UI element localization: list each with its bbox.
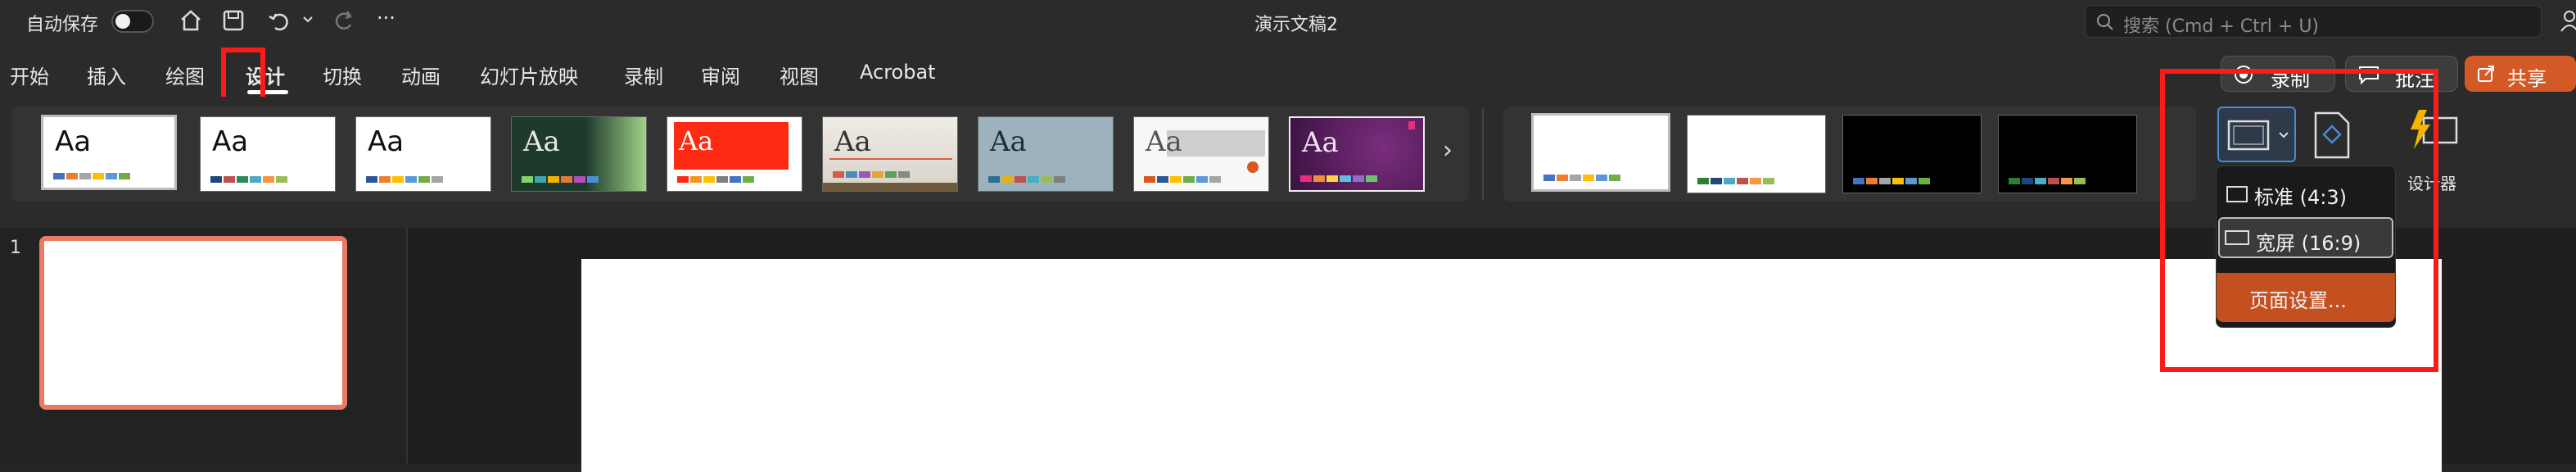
theme-office[interactable]: Aa [41,115,177,190]
themes-more-button[interactable]: › [1443,136,1453,165]
theme-6[interactable]: Aa [822,116,958,192]
tab-record[interactable]: 录制 [624,61,663,89]
home-icon[interactable] [179,8,203,33]
theme-2[interactable]: Aa [200,116,336,192]
save-icon[interactable] [221,8,246,33]
share-icon [2478,66,2494,82]
autosave-toggle[interactable] [111,10,154,33]
variant-3[interactable] [1842,115,1982,193]
theme-5[interactable]: Aa [667,116,802,192]
redo-icon[interactable] [331,8,355,33]
theme-3[interactable]: Aa [355,116,491,192]
chevron-down-icon[interactable] [301,13,314,26]
tab-transitions[interactable]: 切换 [323,61,362,89]
theme-8[interactable]: Aa [1133,116,1269,192]
autosave-label: 自动保存 [26,15,99,35]
document-title: 演示文稿2 [1254,15,1338,35]
themes-gallery: Aa Aa Aa Aa Aa Aa Aa Aa Aa › [11,107,1469,202]
tab-slideshow[interactable]: 幻灯片放映 [480,61,578,89]
tab-draw[interactable]: 绘图 [165,61,205,89]
variant-4[interactable] [1998,115,2137,193]
search-icon [2097,14,2113,30]
title-bar: 自动保存 ··· 演示文稿2 搜索 (Cmd + Ctrl + U) [0,0,2576,44]
variants-gallery [1503,107,2196,202]
theme-7[interactable]: Aa [978,116,1114,192]
undo-icon[interactable] [267,8,291,33]
slide-number: 1 [10,238,21,258]
share-button-label: 共享 [2507,67,2547,90]
tab-home[interactable]: 开始 [10,61,49,89]
tab-view[interactable]: 视图 [780,61,819,89]
share-button[interactable]: 共享 [2465,56,2576,92]
divider [1482,108,1484,200]
variant-1[interactable] [1531,113,1670,192]
theme-9[interactable]: Aa [1289,116,1425,192]
more-icon[interactable]: ··· [377,7,395,30]
slide-thumbnail-1[interactable] [39,236,347,410]
tab-animations[interactable]: 动画 [401,61,441,89]
search-box[interactable]: 搜索 (Cmd + Ctrl + U) [2085,5,2542,38]
tab-acrobat[interactable]: Acrobat [860,61,936,84]
tab-review[interactable]: 审阅 [701,61,740,89]
slide-size-highlight [2160,69,2438,372]
search-placeholder: 搜索 (Cmd + Ctrl + U) [2123,16,2320,37]
tab-insert[interactable]: 插入 [87,61,126,89]
account-icon[interactable] [2558,8,2576,33]
theme-4[interactable]: Aa [511,116,647,192]
variant-2[interactable] [1687,115,1826,193]
